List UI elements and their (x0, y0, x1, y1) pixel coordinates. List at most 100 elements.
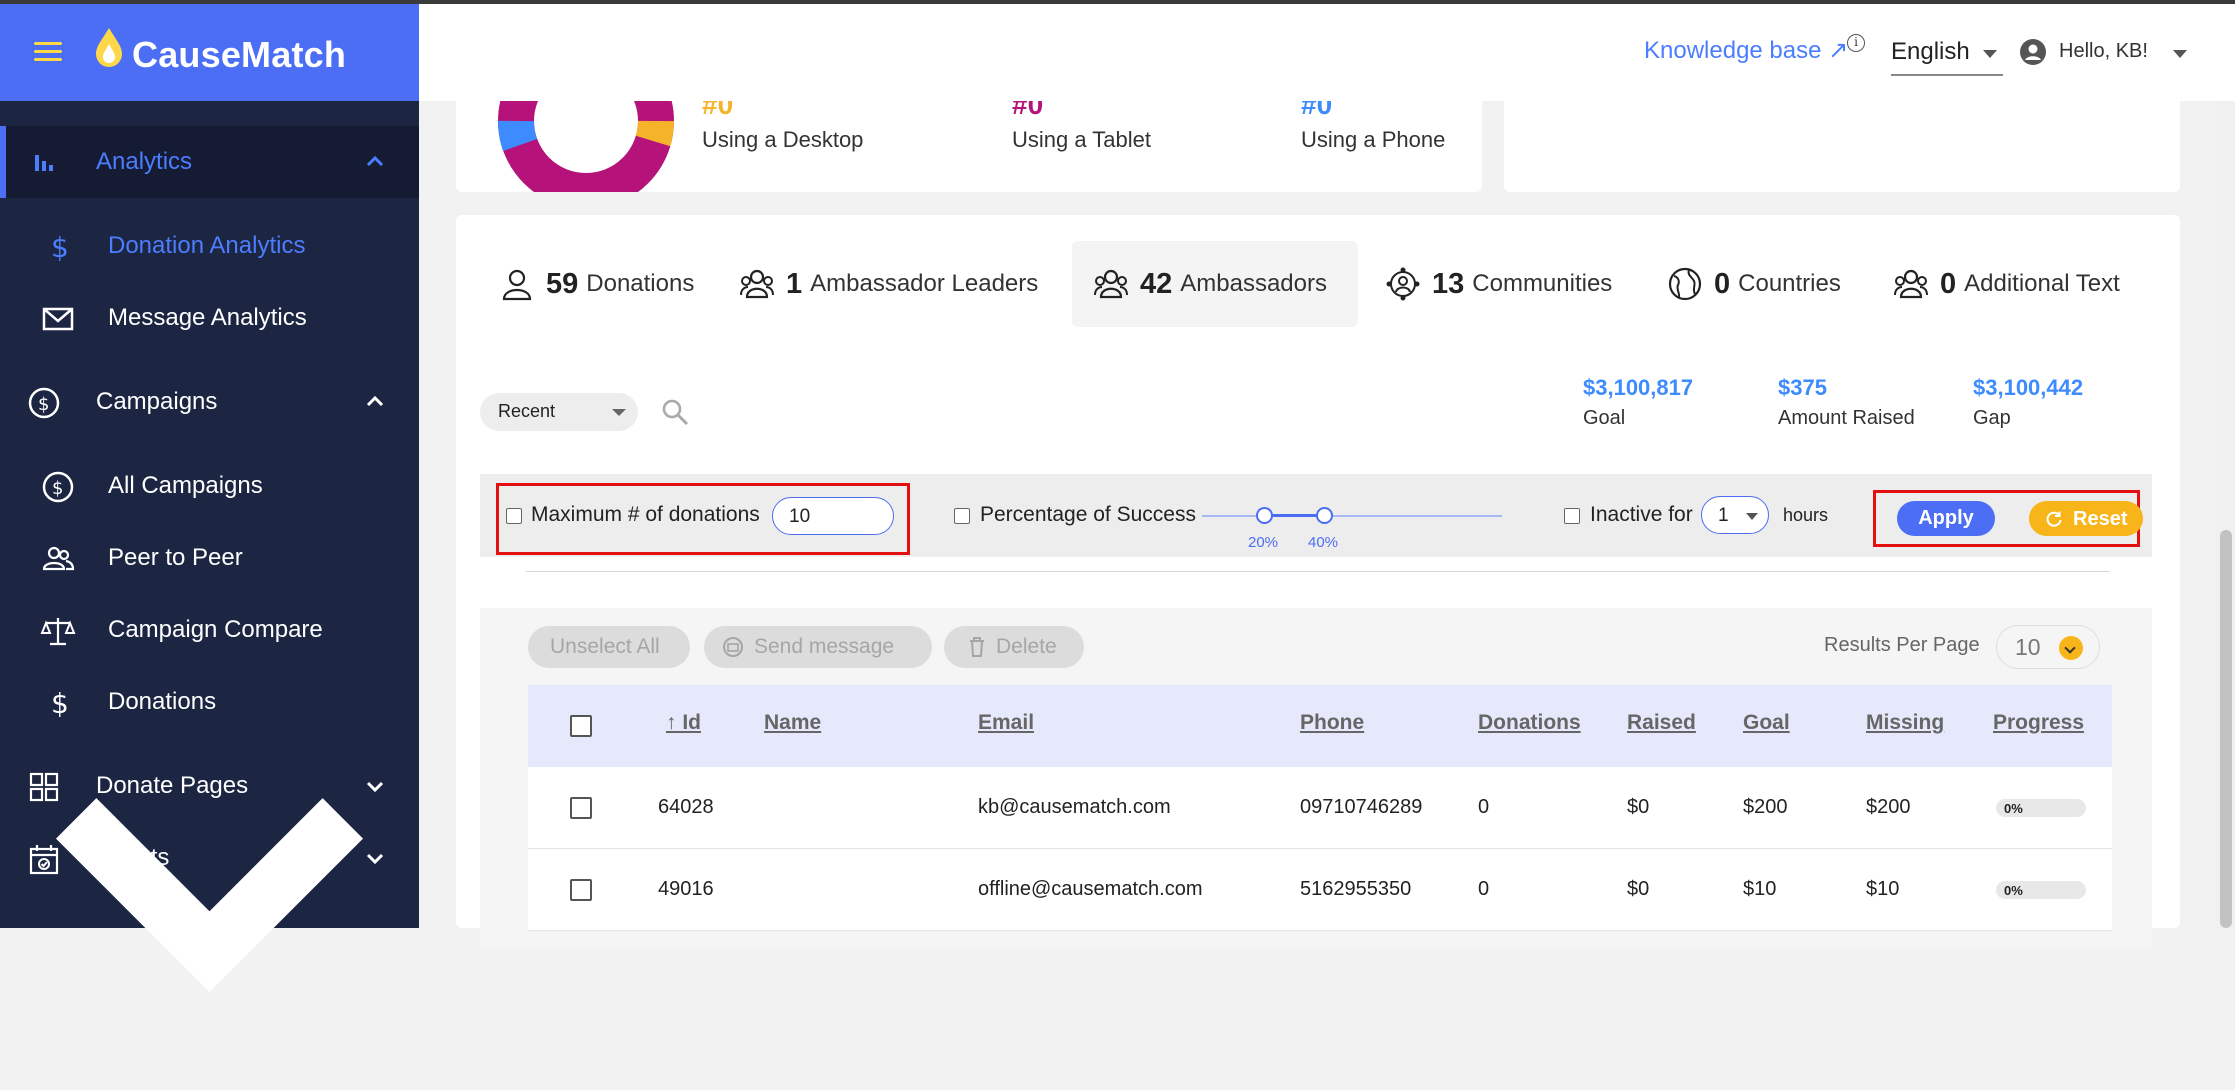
slider-handle-low[interactable] (1256, 507, 1273, 524)
tab-count: 0 (1714, 267, 1731, 300)
device-usage-card: #0 Using a Desktop #0 Using a Tablet #0 … (456, 101, 1482, 192)
device-label: Using a Tablet (1012, 127, 1152, 152)
caret-down-icon[interactable] (2173, 50, 2187, 58)
community-icon (1386, 267, 1420, 301)
progress-bar: 0% (1996, 881, 2086, 899)
sidebar-item-donation-analytics[interactable]: $ Donation Analytics (0, 210, 419, 282)
group-icon (1894, 269, 1928, 299)
sidebar-item-donations[interactable]: $ Donations (0, 666, 419, 993)
tab-additional-text[interactable]: 0 Additional Text (1894, 241, 2120, 327)
sidebar-item-donate-pages[interactable]: Donate Pages (0, 750, 419, 822)
sidebar-item-label: Donate Pages (96, 772, 249, 799)
column-header-raised[interactable]: Raised (1627, 711, 1696, 735)
tab-count: 1 (786, 267, 803, 300)
chevron-down-icon (366, 781, 384, 793)
row-checkbox[interactable] (570, 797, 592, 819)
tab-ambassador-leaders[interactable]: 1 Ambassador Leaders (740, 241, 1038, 327)
column-header-email[interactable]: Email (978, 711, 1034, 735)
stat-goal: $3,100,817 Goal (1583, 375, 1693, 430)
tab-label: Ambassadors (1180, 270, 1327, 297)
cell-goal: $200 (1743, 796, 1788, 818)
reset-button[interactable]: Reset (2029, 501, 2143, 536)
results-per-page-select[interactable]: 10 (1996, 625, 2100, 669)
sidebar-item-all-campaigns[interactable]: $ All Campaigns (0, 450, 419, 522)
max-donations-checkbox[interactable] (506, 508, 522, 524)
tab-count: 42 (1140, 267, 1173, 300)
stat-gap: $3,100,442 Gap (1973, 375, 2083, 430)
percentage-success-checkbox[interactable] (954, 508, 970, 524)
tab-communities[interactable]: 13 Communities (1386, 241, 1612, 327)
sidebar-item-campaign-compare[interactable]: Campaign Compare (0, 594, 419, 666)
globe-icon (1668, 267, 1702, 301)
hamburger-menu-icon[interactable] (34, 42, 62, 62)
device-count: #0 (702, 101, 734, 120)
progress-label: 0% (2004, 801, 2023, 816)
inactive-checkbox[interactable] (1564, 508, 1580, 524)
success-slider-track[interactable] (1202, 515, 1502, 517)
cell-phone: 09710746289 (1300, 796, 1423, 818)
cell-raised: $0 (1627, 878, 1650, 900)
column-header-missing[interactable]: Missing (1866, 711, 1944, 735)
page-scrollbar-thumb[interactable] (2220, 530, 2232, 928)
apply-button[interactable]: Apply (1897, 501, 1995, 536)
column-header-progress[interactable]: Progress (1993, 711, 2084, 735)
cell-goal: $10 (1743, 878, 1777, 900)
column-header-id[interactable]: ↑ Id (666, 711, 701, 735)
users-icon (42, 546, 75, 571)
success-slider-range (1264, 514, 1324, 517)
refresh-icon (2046, 511, 2062, 527)
sidebar-item-analytics[interactable]: Analytics (0, 126, 419, 198)
slider-handle-high[interactable] (1316, 507, 1333, 524)
select-all-checkbox[interactable] (570, 715, 592, 737)
sidebar-item-peer-to-peer[interactable]: Peer to Peer (0, 522, 419, 594)
svg-text:$: $ (51, 231, 69, 264)
user-greeting[interactable]: Hello, KB! (2059, 40, 2148, 63)
send-message-label: Send message (754, 635, 895, 658)
chevron-down-icon (366, 853, 384, 865)
user-avatar-icon[interactable] (2019, 38, 2047, 66)
sidebar-item-campaigns[interactable]: $ Campaigns (0, 366, 419, 438)
search-icon[interactable] (660, 397, 690, 427)
envelope-icon (42, 307, 74, 331)
column-header-phone[interactable]: Phone (1300, 711, 1364, 735)
info-icon[interactable]: i (1847, 34, 1865, 52)
sidebar-item-label: Donation Analytics (108, 232, 306, 259)
row-checkbox[interactable] (570, 879, 592, 901)
stat-label: Amount Raised (1778, 407, 1915, 429)
device-count: #0 (1301, 101, 1333, 120)
caret-down-icon (1746, 513, 1758, 520)
chevron-up-icon (366, 155, 384, 167)
calendar-icon (29, 845, 59, 875)
delete-label: Delete (996, 635, 1057, 658)
column-header-goal[interactable]: Goal (1743, 711, 1790, 735)
table-row[interactable]: 64028 kb@causematch.com 09710746289 0 $0… (528, 767, 2112, 849)
tab-label: Ambassador Leaders (810, 270, 1039, 297)
filter-bar: Maximum # of donations 10 Percentage of … (480, 474, 2152, 557)
inactive-hours-value: 1 (1718, 505, 1729, 526)
sidebar-item-message-analytics[interactable]: Message Analytics (0, 282, 419, 354)
brand-name[interactable]: CauseMatch (132, 34, 346, 76)
cell-email: kb@causematch.com (978, 796, 1171, 818)
column-header-donations[interactable]: Donations (1478, 711, 1581, 735)
tab-label: Additional Text (1964, 270, 2120, 297)
max-donations-value: 10 (789, 506, 811, 527)
active-indicator (0, 126, 6, 198)
tab-ambassadors[interactable]: 42 Ambassadors (1072, 241, 1358, 327)
inactive-hours-select[interactable]: 1 (1701, 496, 1769, 534)
send-message-button[interactable]: Send message (704, 626, 932, 668)
knowledge-base-link[interactable]: Knowledge base ↗ (1644, 36, 1848, 65)
sort-select[interactable]: Recent (480, 393, 638, 431)
column-header-name[interactable]: Name (764, 711, 821, 735)
section-divider (526, 571, 2110, 572)
delete-button[interactable]: Delete (944, 626, 1084, 668)
language-select[interactable]: English (1891, 26, 2003, 76)
sidebar-item-events[interactable]: Events (0, 822, 419, 894)
table-row[interactable]: 49016 offline@causematch.com 5162955350 … (528, 849, 2112, 931)
unselect-all-button[interactable]: Unselect All (528, 626, 690, 668)
results-per-page-value: 10 (2015, 634, 2041, 660)
tab-countries[interactable]: 0 Countries (1668, 241, 1841, 327)
top-header: Knowledge base ↗ i English Hello, KB! (419, 4, 2235, 101)
tab-donations[interactable]: 59 Donations (500, 241, 694, 327)
cell-email: offline@causematch.com (978, 878, 1203, 900)
max-donations-input[interactable]: 10 (772, 497, 894, 535)
